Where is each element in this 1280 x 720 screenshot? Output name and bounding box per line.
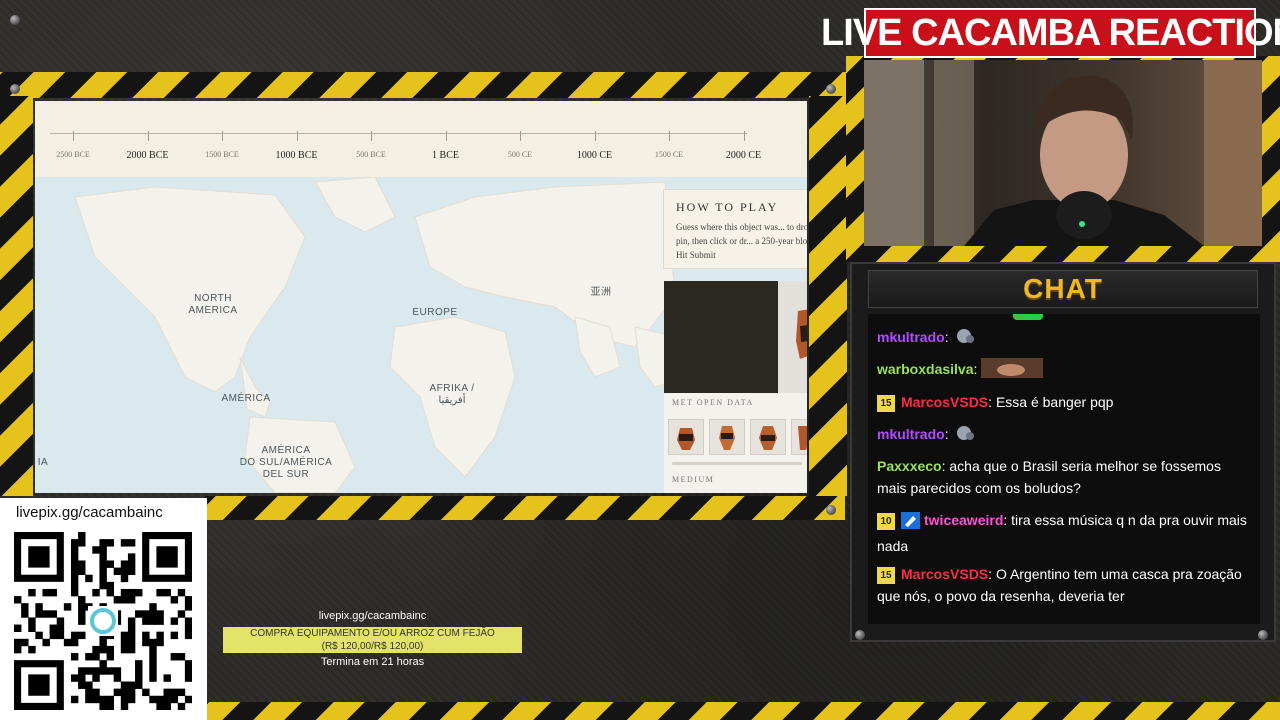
label-africa: AFRIKA / أفريقيا (429, 383, 475, 406)
goal-progress-bar: COMPRÁ EQUIPAMENTO E/OU ARROZ CUM FEJÃO … (223, 627, 522, 653)
sub-badge: 15 (877, 567, 895, 584)
chat-message: Paxxxeco: acha que o Brasil seria melhor… (877, 458, 1221, 496)
timeline-label: 1500 CE (654, 150, 684, 159)
rivet (1258, 630, 1268, 640)
chat-username: mkultrado (877, 329, 945, 345)
chat-username: MarcosVSDS (901, 566, 989, 582)
thumbnail[interactable] (750, 419, 786, 455)
rivet (10, 15, 20, 25)
hazard-frame-bottom (205, 496, 845, 520)
timeline-tick (743, 131, 745, 141)
streamer-image (864, 60, 1262, 246)
timeline-label: 1000 BCE (275, 150, 318, 161)
chat-header: CHAT (868, 270, 1258, 308)
chat-username: Paxxxeco (877, 458, 942, 474)
game-window: 2500 BCE 2000 BCE 1500 BCE 1000 BCE 500 BCE 1… (35, 101, 807, 493)
timeline-tick (73, 131, 74, 141)
goal-title: COMPRÁ EQUIPAMENTO E/OU ARROZ CUM FEJÃO (250, 628, 495, 639)
timeline-tick (147, 131, 149, 141)
artifact-next-image (778, 281, 807, 393)
timeline-label: 500 BCE (356, 150, 386, 159)
rivet (826, 84, 836, 94)
timeline-label: 2000 CE (725, 150, 762, 161)
medium-label: MEDIUM (672, 475, 715, 484)
how-to-play-panel: HOW TO PLAY Guess where this object was.… (663, 189, 807, 269)
webcam-feed (864, 60, 1262, 246)
rivet (826, 505, 836, 515)
timeline-label: 2000 BCE (126, 150, 169, 161)
timeline-tick (371, 131, 372, 141)
vase-icon (719, 426, 735, 450)
timeline-tick (445, 131, 447, 141)
timeline-tick (594, 131, 596, 141)
hazard-frame-top (0, 72, 848, 98)
chat-text: Essa é banger pqp (995, 394, 1114, 410)
rivet (10, 84, 20, 94)
rivet (855, 630, 865, 640)
label-europe: EUROPE (412, 307, 458, 318)
goal-amount: (R$ 120,00/R$ 120,00) (321, 641, 424, 652)
goal-url: livepix.gg/cacambainc (318, 610, 427, 622)
thumbnail[interactable] (709, 419, 745, 455)
met-label: MET OPEN DATA (672, 398, 754, 407)
chat-message: 10 twiceaweird: tira essa música q n da p… (877, 512, 1247, 554)
artifact-image[interactable] (664, 281, 807, 393)
timeline-tick (296, 131, 298, 141)
sub-badge: 10 (877, 513, 895, 530)
pencil-badge-icon (901, 512, 920, 535)
thumbnail[interactable] (668, 419, 704, 455)
stream-title: LIVE CACAMBA REACTION (821, 8, 1280, 58)
qr-url: livepix.gg/cacambainc (16, 504, 163, 521)
qr-code-icon[interactable] (14, 532, 192, 710)
how-to-play-text: Guess where this object was... to drop a… (676, 222, 807, 260)
goal-time: Termina em 21 horas (320, 656, 425, 668)
timeline-label: 1500 BCE (205, 150, 239, 159)
chat-title: CHAT (1023, 273, 1103, 304)
thumbnail-scrollbar[interactable] (672, 462, 802, 465)
vase-icon (798, 426, 807, 450)
label-asia: 亚洲 (590, 287, 612, 298)
label-edge: IA (37, 457, 49, 468)
chat-username: mkultrado (877, 426, 945, 442)
chat-message: warboxdasilva: (877, 358, 1252, 384)
sub-badge: 15 (877, 395, 895, 412)
monkey-emote-icon (952, 423, 978, 449)
chat-scroll-indicator (1013, 314, 1043, 320)
chat-username: warboxdasilva (877, 361, 974, 377)
timeline-tick (222, 131, 223, 141)
chat-username: twiceaweird (924, 512, 1004, 528)
label-north-america: NORTH AMERICA (188, 293, 238, 316)
chat-message: mkultrado: (877, 423, 1252, 449)
label-south-america: AMÉRICA DO SUL/AMÉRICA DEL SUR (239, 445, 333, 480)
vase-icon (759, 426, 777, 450)
chat-panel: mkultrado: warboxdasilva: 15 MarcosVSDS: … (868, 314, 1260, 624)
chat-message: mkultrado: (877, 326, 1252, 352)
met-open-data-panel: MET OPEN DATA MEDIUM (664, 393, 807, 493)
timeline-label: 1000 CE (576, 150, 613, 161)
vase-icon (796, 309, 807, 359)
chat-message: 15 MarcosVSDS: Essa é banger pqp (877, 391, 1252, 413)
timeline-label: 1 BCE (432, 150, 459, 161)
qr-panel: livepix.gg/cacambainc (0, 498, 207, 720)
photo-emote-icon (981, 358, 1044, 384)
timeline-tick (520, 131, 521, 141)
how-to-play-title: HOW TO PLAY (676, 200, 779, 214)
thumbnail[interactable] (791, 419, 807, 455)
timeline-label: 500 CE (507, 150, 533, 159)
monkey-emote-icon (952, 326, 978, 352)
hazard-frame-right (809, 96, 847, 496)
vase-icon (677, 428, 695, 450)
label-america: AMÉRICA (221, 393, 271, 404)
timeline-tick (669, 131, 670, 141)
hazard-frame-left (0, 96, 33, 496)
hazard-bottom-strip (207, 702, 1280, 720)
chat-username: MarcosVSDS (901, 394, 989, 410)
timeline-label: 2500 BCE (56, 150, 90, 159)
timeline-axis (50, 133, 747, 134)
timeline[interactable]: 2500 BCE 2000 BCE 1500 BCE 1000 BCE 500 BCE 1… (35, 101, 807, 177)
chat-message: 15 MarcosVSDS: O Argentino tem uma casca … (877, 566, 1242, 604)
